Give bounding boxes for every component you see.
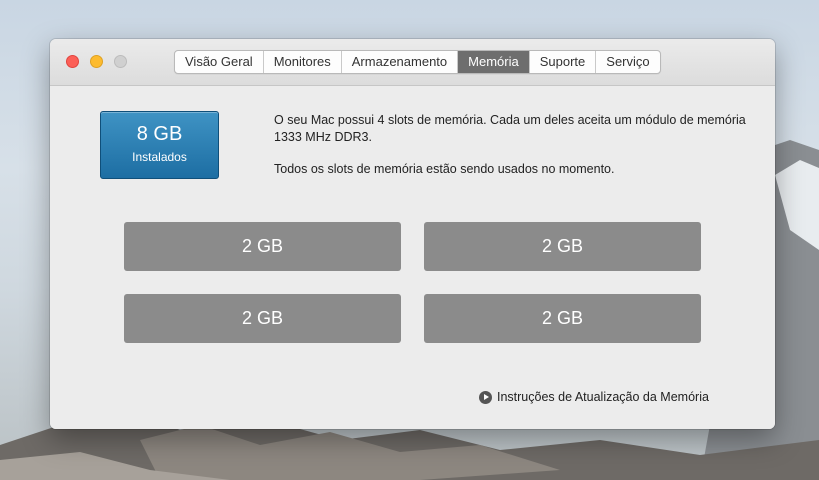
about-this-mac-window: Visão Geral Monitores Armazenamento Memó… [50,39,775,429]
zoom-button-disabled [114,55,127,68]
memory-slot: 2 GB [124,222,401,271]
memory-slot: 2 GB [424,222,701,271]
arrow-circle-icon [479,390,492,404]
memory-panel: 8 GB Instalados O seu Mac possui 4 slots… [50,86,775,429]
memory-slots-info: O seu Mac possui 4 slots de memória. Cad… [274,113,746,144]
installed-memory-size: 8 GB [136,123,183,145]
memory-slots-status: Todos os slots de memória estão sendo us… [274,162,615,176]
tab-displays[interactable]: Monitores [264,51,342,73]
close-button[interactable] [66,55,79,68]
installed-memory-badge: 8 GB Instalados [100,111,219,179]
memory-upgrade-instructions-link[interactable]: Instruções de Atualização da Memória [479,390,709,404]
tab-memory[interactable]: Memória [458,51,530,73]
tab-service[interactable]: Serviço [596,51,659,73]
minimize-button[interactable] [90,55,103,68]
tab-overview[interactable]: Visão Geral [175,51,264,73]
memory-description: O seu Mac possui 4 slots de memória. Cad… [274,112,754,178]
memory-slot: 2 GB [124,294,401,343]
title-bar[interactable]: Visão Geral Monitores Armazenamento Memó… [50,39,775,86]
tab-support[interactable]: Suporte [530,51,597,73]
tab-storage[interactable]: Armazenamento [342,51,459,73]
installed-memory-label: Instalados [132,150,187,164]
upgrade-link-label: Instruções de Atualização da Memória [497,390,709,404]
tab-bar: Visão Geral Monitores Armazenamento Memó… [174,50,661,74]
memory-slot: 2 GB [424,294,701,343]
